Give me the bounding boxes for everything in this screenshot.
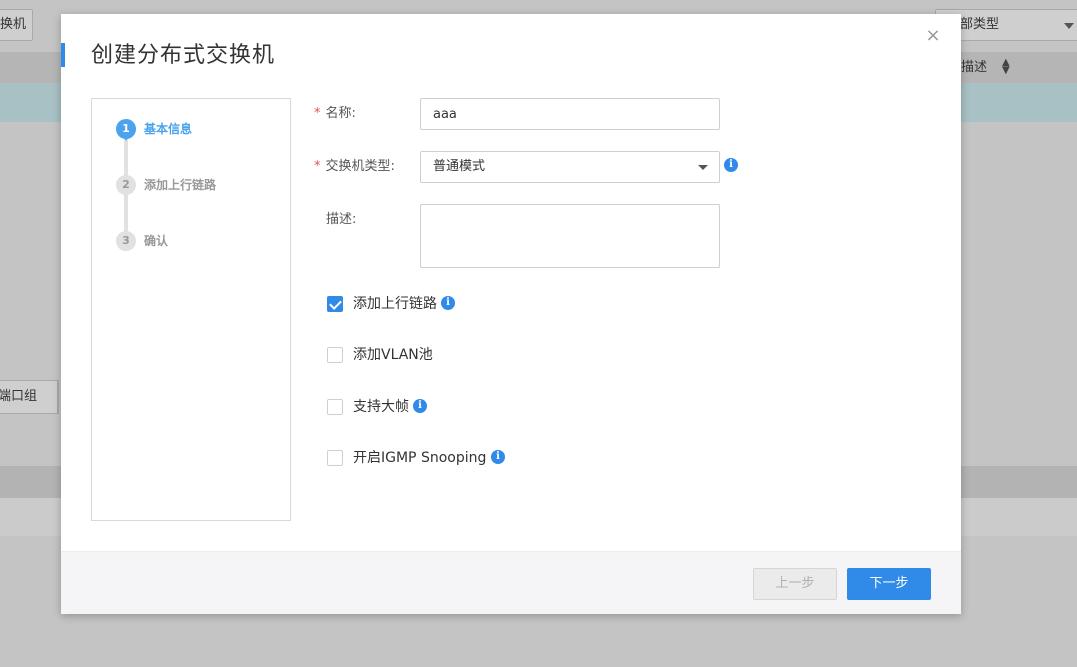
previous-step-button[interactable]: 上一步 [753, 568, 837, 600]
next-step-button[interactable]: 下一步 [847, 568, 931, 600]
info-icon[interactable]: i [491, 450, 505, 464]
switch-type-value: 普通模式 [433, 159, 486, 174]
background-tab-portgroup: 端口组 [0, 380, 58, 414]
background-switch-button: 换机 [0, 9, 33, 41]
step-number-badge: 2 [116, 175, 136, 195]
info-icon[interactable]: i [413, 399, 427, 413]
required-mark: * [314, 159, 321, 174]
step-label: 添加上行链路 [144, 178, 217, 192]
switch-type-label: * 交换机类型: [314, 158, 395, 176]
dialog-footer: 上一步 下一步 [61, 551, 961, 614]
wizard-steps-panel: 1 基本信息 2 添加上行链路 3 确认 [91, 98, 291, 521]
jumbo-frame-label: 支持大帧 [353, 399, 409, 415]
chevron-down-icon [1064, 23, 1074, 29]
close-icon[interactable]: × [925, 27, 941, 45]
switch-type-select[interactable]: 普通模式 [420, 151, 720, 183]
igmp-snooping-label: 开启IGMP Snooping [353, 450, 487, 466]
step-label: 基本信息 [144, 122, 193, 136]
info-icon[interactable]: i [441, 296, 455, 310]
info-icon[interactable]: i [724, 158, 738, 172]
step-number-badge: 3 [116, 231, 136, 251]
description-label: 描述: [326, 212, 357, 227]
chevron-down-icon [698, 165, 708, 170]
step-add-uplink: 2 添加上行链路 [116, 175, 286, 195]
dialog-title: 创建分布式交换机 [91, 43, 276, 68]
step-basic-info: 1 基本信息 [116, 119, 286, 141]
description-textarea[interactable] [420, 204, 720, 268]
title-accent-bar [61, 43, 65, 67]
igmp-snooping-checkbox[interactable] [327, 450, 343, 466]
add-vlan-pool-checkbox[interactable] [327, 347, 343, 363]
step-number-badge: 1 [116, 119, 136, 141]
switch-type-label-text: 交换机类型: [325, 159, 395, 174]
name-label: * 名称: [314, 105, 356, 123]
add-uplink-label: 添加上行链路 [353, 296, 437, 312]
background-column-description: 描述 [961, 60, 988, 75]
add-uplink-checkbox[interactable] [327, 296, 343, 312]
jumbo-frame-checkbox[interactable] [327, 399, 343, 415]
sort-icon: ▲ ▼ [1002, 57, 1010, 76]
name-label-text: 名称: [325, 106, 356, 121]
background-type-filter-value: 部类型 [960, 17, 1000, 32]
add-vlan-pool-label: 添加VLAN池 [353, 347, 433, 363]
name-input[interactable] [420, 98, 720, 130]
step-label: 确认 [144, 234, 169, 248]
step-confirm: 3 确认 [116, 231, 286, 251]
create-switch-dialog: 创建分布式交换机 × 1 基本信息 2 添加上行链路 3 确认 * 名称: * 交换… [61, 14, 961, 614]
required-mark: * [314, 106, 321, 121]
